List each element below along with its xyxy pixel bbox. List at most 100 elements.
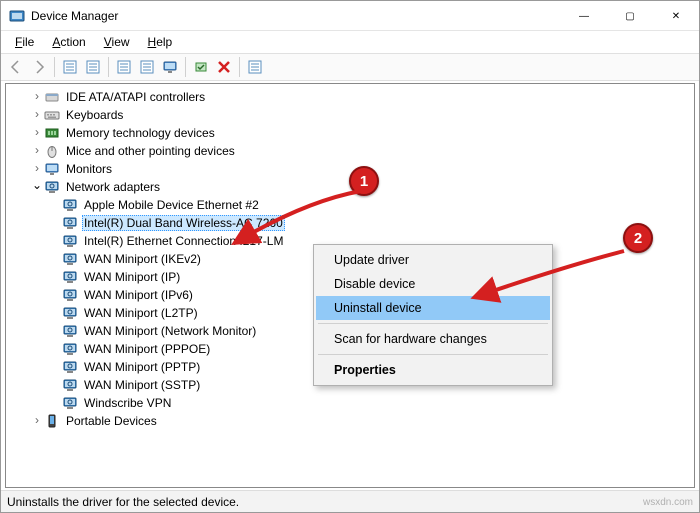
caret-open-icon[interactable] bbox=[30, 180, 44, 194]
device-item[interactable]: Intel(R) Dual Band Wireless-AC 7260 bbox=[8, 214, 692, 232]
menu-view[interactable]: View bbox=[96, 33, 138, 51]
network-icon bbox=[62, 251, 78, 267]
network-icon bbox=[62, 341, 78, 357]
caret-none bbox=[48, 288, 62, 302]
network-icon bbox=[62, 359, 78, 375]
status-text: Uninstalls the driver for the selected d… bbox=[7, 495, 239, 509]
caret-closed-icon[interactable] bbox=[30, 414, 44, 428]
forward-icon bbox=[28, 56, 50, 78]
memory-icon bbox=[44, 125, 60, 141]
statusbar: Uninstalls the driver for the selected d… bbox=[1, 490, 699, 512]
watermark: wsxdn.com bbox=[643, 497, 693, 508]
keyboard-icon bbox=[44, 107, 60, 123]
portable-icon bbox=[44, 413, 60, 429]
network-icon bbox=[62, 287, 78, 303]
context-menu-item[interactable]: Scan for hardware changes bbox=[316, 327, 550, 351]
device-label: Keyboards bbox=[64, 108, 125, 122]
device-label: Intel(R) Ethernet Connection I217-LM bbox=[82, 234, 285, 248]
device-label: WAN Miniport (IPv6) bbox=[82, 288, 195, 302]
properties-icon[interactable] bbox=[113, 56, 135, 78]
help-icon[interactable] bbox=[82, 56, 104, 78]
device-label: Apple Mobile Device Ethernet #2 bbox=[82, 198, 261, 212]
network-icon bbox=[62, 233, 78, 249]
caret-none bbox=[48, 378, 62, 392]
scan-icon[interactable] bbox=[159, 56, 181, 78]
caret-closed-icon[interactable] bbox=[30, 126, 44, 140]
disable-icon[interactable] bbox=[244, 56, 266, 78]
close-button[interactable]: ✕ bbox=[653, 1, 699, 31]
context-menu-item[interactable]: Properties bbox=[316, 358, 550, 382]
device-label: WAN Miniport (Network Monitor) bbox=[82, 324, 258, 338]
context-menu[interactable]: Update driverDisable deviceUninstall dev… bbox=[313, 244, 553, 386]
context-menu-item[interactable]: Disable device bbox=[316, 272, 550, 296]
update-icon[interactable] bbox=[136, 56, 158, 78]
device-label: WAN Miniport (L2TP) bbox=[82, 306, 200, 320]
device-label: WAN Miniport (PPPOE) bbox=[82, 342, 212, 356]
menu-file[interactable]: File bbox=[7, 33, 42, 51]
menu-help[interactable]: Help bbox=[140, 33, 181, 51]
device-category[interactable]: Memory technology devices bbox=[8, 124, 692, 142]
device-label: Monitors bbox=[64, 162, 114, 176]
uninstall-icon[interactable] bbox=[213, 56, 235, 78]
window-title: Device Manager bbox=[31, 9, 561, 23]
device-item[interactable]: Apple Mobile Device Ethernet #2 bbox=[8, 196, 692, 214]
device-label: Memory technology devices bbox=[64, 126, 217, 140]
network-icon bbox=[62, 269, 78, 285]
network-icon bbox=[62, 305, 78, 321]
device-category[interactable]: Portable Devices bbox=[8, 412, 692, 430]
device-item[interactable]: Windscribe VPN bbox=[8, 394, 692, 412]
annotation-badge-2: 2 bbox=[623, 223, 653, 253]
maximize-button[interactable]: ▢ bbox=[607, 1, 653, 31]
mouse-icon bbox=[44, 143, 60, 159]
caret-none bbox=[48, 252, 62, 266]
network-icon bbox=[62, 323, 78, 339]
device-category[interactable]: Mice and other pointing devices bbox=[8, 142, 692, 160]
device-label: IDE ATA/ATAPI controllers bbox=[64, 90, 207, 104]
device-label: Windscribe VPN bbox=[82, 396, 173, 410]
titlebar: Device Manager — ▢ ✕ bbox=[1, 1, 699, 31]
caret-none bbox=[48, 342, 62, 356]
caret-closed-icon[interactable] bbox=[30, 90, 44, 104]
caret-none bbox=[48, 306, 62, 320]
minimize-button[interactable]: — bbox=[561, 1, 607, 31]
caret-none bbox=[48, 234, 62, 248]
context-menu-separator bbox=[318, 323, 548, 324]
device-label: WAN Miniport (PPTP) bbox=[82, 360, 202, 374]
caret-none bbox=[48, 216, 62, 230]
toolbar-separator bbox=[54, 57, 55, 77]
device-category[interactable]: Keyboards bbox=[8, 106, 692, 124]
context-menu-item[interactable]: Update driver bbox=[316, 248, 550, 272]
toolbar-separator bbox=[185, 57, 186, 77]
caret-none bbox=[48, 396, 62, 410]
window-buttons: — ▢ ✕ bbox=[561, 1, 699, 30]
monitor-icon bbox=[44, 161, 60, 177]
caret-none bbox=[48, 270, 62, 284]
menu-action[interactable]: Action bbox=[44, 33, 93, 51]
device-label: Network adapters bbox=[64, 180, 162, 194]
enable-icon[interactable] bbox=[190, 56, 212, 78]
controller-icon bbox=[44, 89, 60, 105]
device-label: Portable Devices bbox=[64, 414, 159, 428]
toolbar-separator bbox=[108, 57, 109, 77]
caret-closed-icon[interactable] bbox=[30, 144, 44, 158]
annotation-badge-1: 1 bbox=[349, 166, 379, 196]
network-icon bbox=[62, 377, 78, 393]
network-icon bbox=[44, 179, 60, 195]
network-icon bbox=[62, 395, 78, 411]
device-label: Mice and other pointing devices bbox=[64, 144, 237, 158]
menubar: FileActionViewHelp bbox=[1, 31, 699, 53]
network-icon bbox=[62, 215, 78, 231]
context-menu-item[interactable]: Uninstall device bbox=[316, 296, 550, 320]
caret-closed-icon[interactable] bbox=[30, 162, 44, 176]
caret-closed-icon[interactable] bbox=[30, 108, 44, 122]
device-label: WAN Miniport (IKEv2) bbox=[82, 252, 203, 266]
device-category[interactable]: IDE ATA/ATAPI controllers bbox=[8, 88, 692, 106]
toolbar bbox=[1, 53, 699, 81]
device-label: Intel(R) Dual Band Wireless-AC 7260 bbox=[82, 215, 285, 231]
app-icon bbox=[9, 8, 25, 24]
show-hidden-icon[interactable] bbox=[59, 56, 81, 78]
context-menu-separator bbox=[318, 354, 548, 355]
device-label: WAN Miniport (SSTP) bbox=[82, 378, 202, 392]
device-label: WAN Miniport (IP) bbox=[82, 270, 182, 284]
back-icon bbox=[5, 56, 27, 78]
